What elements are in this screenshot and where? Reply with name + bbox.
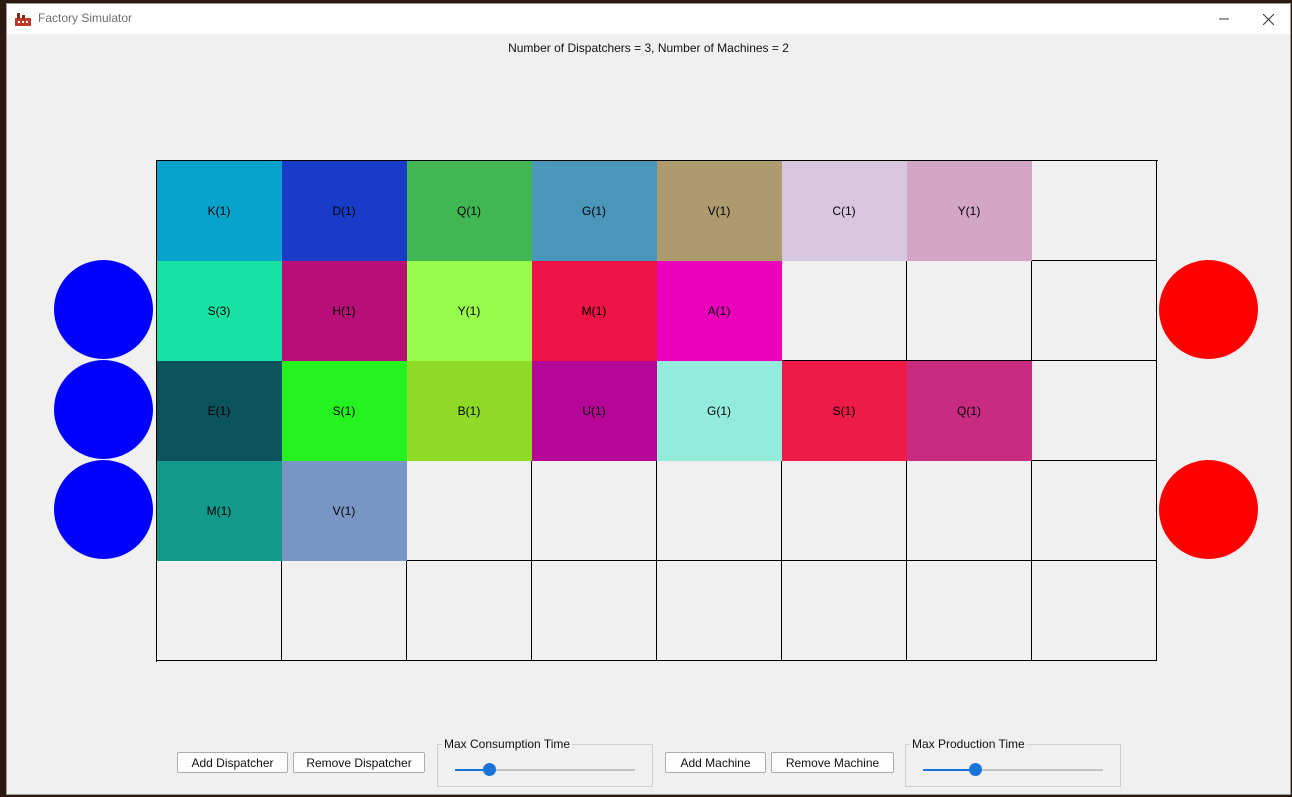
max-consumption-group: Max Consumption Time [437,737,653,787]
cell-label: E(1) [207,403,231,418]
slider-thumb[interactable] [483,763,497,776]
grid-cell-empty [657,461,782,561]
cell-label: M(1) [206,503,232,518]
cell-label: G(1) [707,403,731,418]
machine-circle [1159,460,1258,559]
window-title: Factory Simulator [38,11,133,25]
grid-cell-filled: G(1) [532,161,657,261]
max-consumption-slider[interactable] [455,763,635,776]
grid-cell-filled: S(3) [157,261,282,361]
grid-cell-empty [1032,261,1157,361]
cell-label: Q(1) [957,403,981,418]
grid-cell-filled: S(1) [282,361,407,461]
max-consumption-label: Max Consumption Time [442,737,573,751]
dispatcher-circle [54,460,153,559]
status-label: Number of Dispatchers = 3, Number of Mac… [508,41,789,55]
cell-label: U(1) [582,403,606,418]
grid-cell-filled: C(1) [782,161,907,261]
minimize-icon [1219,18,1229,20]
grid-cell-empty [157,561,282,661]
cell-label: A(1) [707,303,731,318]
grid-cell-filled: V(1) [282,461,407,561]
grid-cell-empty [907,261,1032,361]
cell-label: Y(1) [457,303,481,318]
cell-label: G(1) [582,203,606,218]
cell-label: Q(1) [457,203,481,218]
grid-cell-filled: Y(1) [907,161,1032,261]
add-dispatcher-button[interactable]: Add Dispatcher [177,752,288,773]
max-production-slider[interactable] [923,763,1103,776]
cell-label: K(1) [207,203,231,218]
grid-cell-filled: Y(1) [407,261,532,361]
grid-cell-empty [407,561,532,661]
cell-label: Y(1) [957,203,981,218]
grid-cell-empty [282,561,407,661]
grid-cell-filled: Q(1) [907,361,1032,461]
grid-cell-empty [782,561,907,661]
grid-cell-empty [907,461,1032,561]
grid-cell-empty [1032,161,1157,261]
cell-label: S(1) [332,403,356,418]
grid-cell-empty [407,461,532,561]
grid-cell-filled: S(1) [782,361,907,461]
cell-label: S(1) [832,403,856,418]
grid-cell-empty [1032,461,1157,561]
grid-cell-filled: A(1) [657,261,782,361]
remove-machine-button[interactable]: Remove Machine [771,752,894,773]
max-production-label: Max Production Time [910,737,1027,751]
grid-cell-filled: D(1) [282,161,407,261]
grid-cell-filled: G(1) [657,361,782,461]
cell-label: B(1) [457,403,481,418]
max-production-group: Max Production Time [905,737,1121,787]
cell-label: C(1) [832,203,856,218]
cell-label: D(1) [332,203,356,218]
machine-circle [1159,260,1258,359]
cell-label: V(1) [332,503,356,518]
title-bar[interactable]: Factory Simulator [7,4,1290,34]
grid-cell-empty [532,461,657,561]
grid-cell-filled: U(1) [532,361,657,461]
grid-cell-filled: V(1) [657,161,782,261]
minimize-button[interactable] [1202,4,1246,34]
grid-cell-empty [657,561,782,661]
grid-cell-filled: K(1) [157,161,282,261]
cell-label: H(1) [332,303,356,318]
close-icon [1262,13,1274,25]
grid-cell-filled: H(1) [282,261,407,361]
close-button[interactable] [1246,4,1290,34]
grid-cell-empty [532,561,657,661]
cell-label: M(1) [581,303,607,318]
grid-cell-filled: B(1) [407,361,532,461]
grid-cell-empty [1032,361,1157,461]
factory-grid: K(1) D(1) Q(1) G(1) V(1) C(1) Y(1) S(3) H(1) Y(1)… [156,160,1158,662]
slider-thumb[interactable] [969,763,983,776]
app-window: Factory Simulator Number of Dispatchers … [6,3,1291,795]
grid-cell-filled: M(1) [157,461,282,561]
dispatcher-circle [54,260,153,359]
grid-cell-empty [782,261,907,361]
grid-cell-empty [782,461,907,561]
cell-label: V(1) [707,203,731,218]
remove-dispatcher-button[interactable]: Remove Dispatcher [293,752,425,773]
grid-cell-filled: Q(1) [407,161,532,261]
grid-cell-filled: M(1) [532,261,657,361]
dispatcher-circle [54,360,153,459]
grid-cell-empty [1032,561,1157,661]
slider-fill [923,769,976,771]
grid-cell-filled: E(1) [157,361,282,461]
grid-cell-empty [907,561,1032,661]
factory-icon [15,13,31,26]
add-machine-button[interactable]: Add Machine [665,752,766,773]
cell-label: S(3) [207,303,231,318]
